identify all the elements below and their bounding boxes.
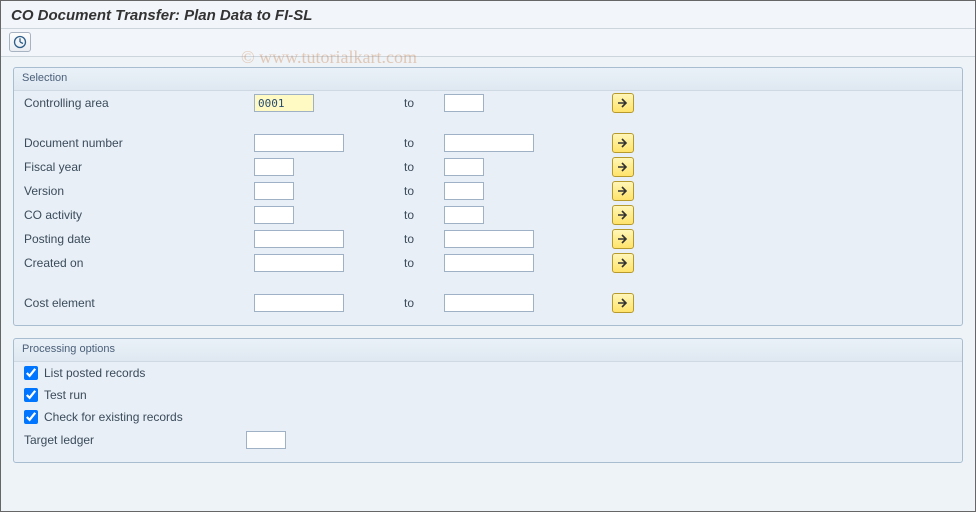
option-checkbox[interactable] — [24, 410, 38, 424]
to-input[interactable] — [444, 254, 534, 272]
clock-execute-icon — [13, 35, 27, 49]
multiple-selection-button[interactable] — [612, 133, 634, 153]
arrow-right-icon — [617, 234, 629, 244]
multiple-selection-button[interactable] — [612, 229, 634, 249]
from-input[interactable] — [254, 230, 344, 248]
to-input[interactable] — [444, 94, 484, 112]
page-title: CO Document Transfer: Plan Data to FI-SL — [1, 1, 975, 29]
to-input[interactable] — [444, 134, 534, 152]
option-checkbox[interactable] — [24, 388, 38, 402]
option-label: Test run — [44, 388, 87, 402]
to-input[interactable] — [444, 206, 484, 224]
field-label: CO activity — [24, 208, 254, 222]
arrow-right-icon — [617, 298, 629, 308]
option-label: List posted records — [44, 366, 145, 380]
to-input[interactable] — [444, 182, 484, 200]
option-checkbox[interactable] — [24, 366, 38, 380]
to-label: to — [374, 256, 444, 270]
field-label: Controlling area — [24, 96, 254, 110]
field-label: Version — [24, 184, 254, 198]
from-input[interactable] — [254, 182, 294, 200]
to-label: to — [374, 184, 444, 198]
field-label: Created on — [24, 256, 254, 270]
multiple-selection-button[interactable] — [612, 157, 634, 177]
to-label: to — [374, 296, 444, 310]
to-input[interactable] — [444, 158, 484, 176]
arrow-right-icon — [617, 258, 629, 268]
execute-button[interactable] — [9, 32, 31, 52]
to-label: to — [374, 208, 444, 222]
arrow-right-icon — [617, 138, 629, 148]
selection-group-title: Selection — [14, 68, 962, 91]
arrow-right-icon — [617, 98, 629, 108]
from-input[interactable] — [254, 294, 344, 312]
selection-group: Selection Controlling area to Document num… — [13, 67, 963, 326]
from-input[interactable] — [254, 254, 344, 272]
field-label: Fiscal year — [24, 160, 254, 174]
field-label: Cost element — [24, 296, 254, 310]
from-input[interactable] — [254, 206, 294, 224]
arrow-right-icon — [617, 162, 629, 172]
arrow-right-icon — [617, 210, 629, 220]
field-label: Posting date — [24, 232, 254, 246]
to-label: to — [374, 136, 444, 150]
multiple-selection-button[interactable] — [612, 205, 634, 225]
multiple-selection-button[interactable] — [612, 253, 634, 273]
multiple-selection-button[interactable] — [612, 93, 634, 113]
target-ledger-input[interactable] — [246, 431, 286, 449]
option-label: Check for existing records — [44, 410, 183, 424]
multiple-selection-button[interactable] — [612, 293, 634, 313]
to-label: to — [374, 96, 444, 110]
to-input[interactable] — [444, 230, 534, 248]
to-input[interactable] — [444, 294, 534, 312]
multiple-selection-button[interactable] — [612, 181, 634, 201]
target-ledger-label: Target ledger — [24, 433, 246, 447]
processing-group: Processing options List posted records Te… — [13, 338, 963, 463]
to-label: to — [374, 232, 444, 246]
from-input[interactable] — [254, 94, 314, 112]
processing-group-title: Processing options — [14, 339, 962, 362]
field-label: Document number — [24, 136, 254, 150]
from-input[interactable] — [254, 158, 294, 176]
to-label: to — [374, 160, 444, 174]
arrow-right-icon — [617, 186, 629, 196]
toolbar: © www.tutorialkart.com — [1, 29, 975, 57]
from-input[interactable] — [254, 134, 344, 152]
